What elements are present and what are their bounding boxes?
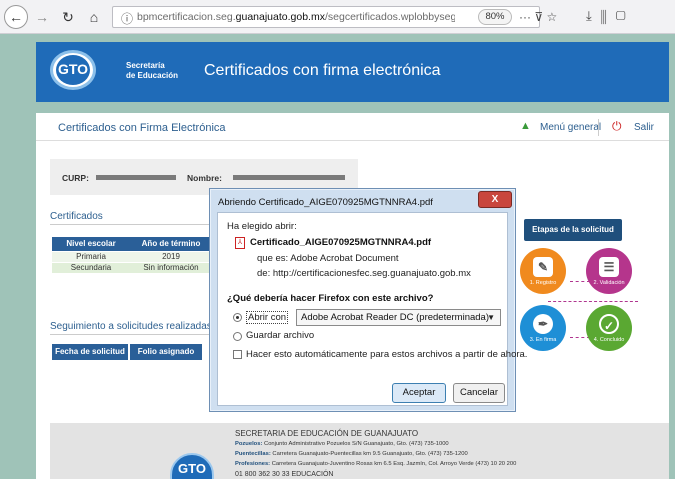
stage-connector: [548, 301, 638, 302]
reload-icon[interactable]: ↻: [58, 7, 78, 27]
tracking-heading: Seguimiento a solicitudes realizadas me: [50, 321, 229, 332]
document-icon: ☰: [599, 257, 619, 277]
edit-icon: ✎: [533, 257, 553, 277]
dialog-question: ¿Qué debería hacer Firefox con este arch…: [227, 293, 434, 304]
auto-label[interactable]: Hacer esto automáticamente para estos ar…: [246, 349, 527, 360]
exit-link[interactable]: Salir: [634, 122, 654, 133]
curp-label: CURP:: [62, 173, 89, 183]
file-name: Certificado_AIGE070925MGTNNRA4.pdf: [250, 237, 432, 248]
stage-validacion[interactable]: ☰ 2. Validación: [586, 248, 632, 294]
subheader: Certificados con Firma Electrónica ▲ Men…: [36, 113, 669, 141]
pocket-icon[interactable]: ⊽: [534, 10, 543, 24]
page-actions[interactable]: ··· ⊽ ☆: [519, 10, 557, 24]
stage-en-firma[interactable]: ✒ 3. En firma: [520, 305, 566, 351]
department-name: Secretaría de Educación: [126, 61, 179, 80]
save-file-radio[interactable]: [233, 332, 242, 341]
home-icon[interactable]: ⌂: [84, 7, 104, 27]
menu-general-link[interactable]: Menú general: [540, 122, 601, 133]
home-menu-icon[interactable]: ▲: [520, 120, 531, 132]
power-icon[interactable]: ⏻: [612, 119, 622, 134]
stage-registro[interactable]: ✎ 1. Registro: [520, 248, 566, 294]
footer-title: SECRETARIA DE EDUCACIÓN DE GUANAJUATO: [235, 429, 419, 438]
address-bar[interactable]: ⓘ bpmcertificacion.seg.guanajuato.gob.mx…: [112, 6, 557, 28]
col-folio-asignado: Folio asignado: [130, 344, 202, 360]
bookmark-star-icon[interactable]: ☆: [546, 10, 557, 24]
col-fecha-solicitud: Fecha de solicitud: [52, 344, 128, 360]
sidebar-icon[interactable]: ▢: [616, 8, 635, 23]
accept-button[interactable]: Aceptar: [392, 383, 446, 403]
close-button[interactable]: X: [478, 191, 512, 208]
open-with-radio[interactable]: [233, 313, 242, 322]
footer-phone: 01 800 362 30 33 EDUCACIÓN: [235, 471, 334, 478]
name-label: Nombre:: [187, 173, 222, 183]
url-text[interactable]: bpmcertificacion.seg.guanajuato.gob.mx/s…: [137, 11, 455, 23]
pen-icon: ✒: [533, 314, 553, 334]
save-file-label[interactable]: Guardar archivo: [246, 330, 314, 341]
browser-toolbar: ← → ↻ ⌂ ⓘ bpmcertificacion.seg.guanajuat…: [0, 0, 675, 34]
library-icon[interactable]: ⫼: [601, 8, 616, 23]
table-row[interactable]: Primaria 2019: [52, 250, 212, 262]
zoom-level[interactable]: 80%: [478, 9, 512, 25]
check-icon: ✓: [599, 314, 619, 334]
application-select[interactable]: Adobe Acrobat Reader DC (predeterminada)…: [296, 309, 501, 326]
divider: [598, 119, 599, 136]
footer-address: Profesiones: Carretera Guanajuato-Juvent…: [235, 461, 517, 467]
site-title: Certificados con firma electrónica: [204, 62, 441, 79]
certificates-heading: Certificados: [50, 211, 103, 222]
table-row[interactable]: Secundaria Sin información: [52, 261, 212, 273]
stage-concluido[interactable]: ✓ 4. Concluido: [586, 305, 632, 351]
more-icon[interactable]: ···: [519, 10, 531, 24]
gto-logo[interactable]: GTO: [50, 50, 96, 90]
open-file-dialog: Abriendo Certificado_AIGE070925MGTNNRA4.…: [209, 188, 527, 412]
certificates-table: Nivel escolar Año de término Primaria 20…: [52, 237, 212, 273]
toolbar-icons: ⤓⫼▢: [586, 8, 635, 24]
cell-nivel: Secundaria: [52, 261, 130, 273]
chosen-label: Ha elegido abrir:: [227, 221, 297, 232]
footer-gto-logo: GTO: [170, 453, 214, 479]
divider: [50, 334, 210, 335]
stages-button[interactable]: Etapas de la solicitud: [524, 219, 622, 241]
cell-ano: Sin información: [130, 261, 212, 273]
file-type: que es: Adobe Acrobat Document: [257, 253, 399, 264]
info-icon[interactable]: ⓘ: [121, 10, 133, 27]
cancel-button[interactable]: Cancelar: [453, 383, 505, 403]
name-redacted: [233, 175, 345, 180]
pdf-file-icon: ⅄: [235, 237, 245, 249]
auto-checkbox[interactable]: [233, 350, 242, 359]
file-source: de: http://certificacionesfec.seg.guanaj…: [257, 268, 471, 279]
chevron-down-icon: ▼: [487, 313, 495, 322]
divider: [50, 224, 210, 225]
back-button[interactable]: ←: [4, 5, 28, 29]
forward-button[interactable]: →: [32, 7, 52, 27]
dialog-body: Ha elegido abrir: ⅄ Certificado_AIGE0709…: [217, 212, 527, 406]
open-with-label[interactable]: Abrir con: [246, 311, 289, 324]
dialog-title: Abriendo Certificado_AIGE070925MGTNNRA4.…: [218, 197, 433, 208]
cell-ano: 2019: [130, 250, 212, 262]
table-header: Nivel escolar Año de término: [52, 237, 212, 251]
cell-nivel: Primaria: [52, 250, 130, 262]
footer: GTO SECRETARIA DE EDUCACIÓN DE GUANAJUAT…: [50, 423, 669, 479]
footer-address: Pozuelos: Conjunto Administrativo Pozuel…: [235, 441, 449, 447]
col-ano: Año de término: [130, 237, 212, 251]
col-nivel: Nivel escolar: [52, 237, 130, 251]
download-icon[interactable]: ⤓: [586, 8, 601, 23]
site-header: GTO Secretaría de Educación Certificados …: [36, 42, 669, 102]
curp-redacted: [96, 175, 176, 180]
page-title: Certificados con Firma Electrónica: [58, 122, 226, 134]
footer-address: Puentecillas: Carretera Guanajuato-Puent…: [235, 451, 468, 457]
